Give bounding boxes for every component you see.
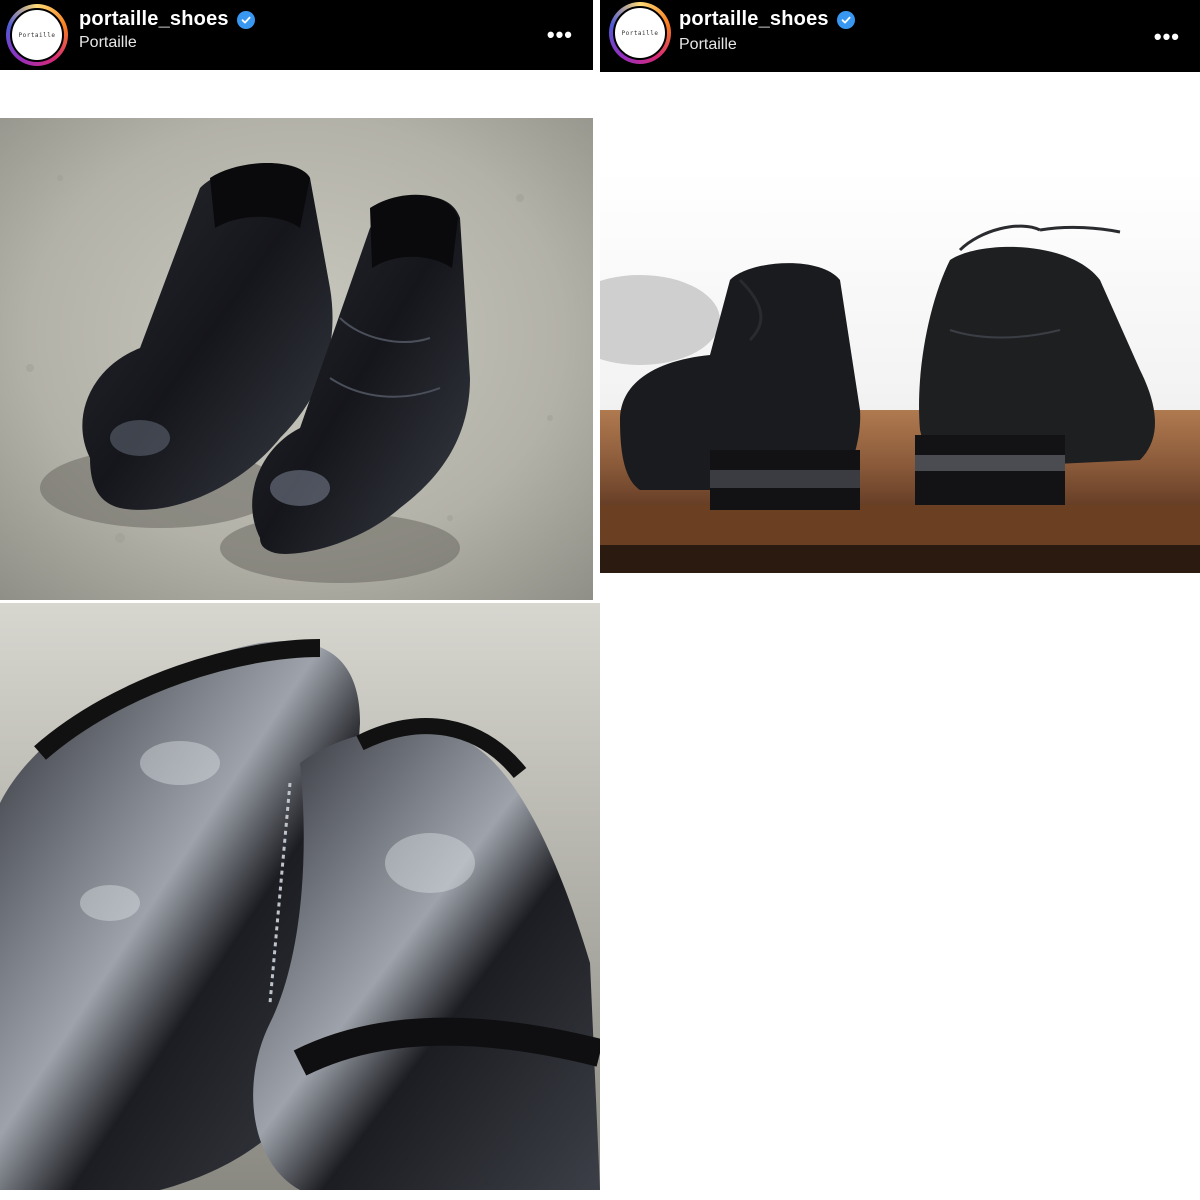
story-ring[interactable]: Portaille bbox=[6, 4, 68, 66]
avatar[interactable]: Portaille bbox=[613, 6, 667, 60]
username[interactable]: portaille_shoes bbox=[679, 8, 829, 31]
story-ring[interactable]: Portaille bbox=[609, 2, 671, 64]
photo-boots-closeup bbox=[0, 603, 600, 1190]
account-subtitle: Portaille bbox=[79, 34, 137, 51]
username[interactable]: portaille_shoes bbox=[79, 8, 229, 31]
verified-badge-icon bbox=[836, 10, 855, 29]
avatar[interactable]: Portaille bbox=[10, 8, 64, 62]
collage: Portaille portaille_shoes Portaille ••• … bbox=[0, 0, 1200, 1200]
avatar-logo-text: Portaille bbox=[18, 31, 56, 39]
username-row: portaille_shoes bbox=[79, 8, 255, 31]
photo-chukka-boots-shelf bbox=[600, 170, 1200, 573]
username-row: portaille_shoes bbox=[679, 8, 855, 31]
post-header-left: Portaille portaille_shoes Portaille ••• bbox=[0, 0, 593, 70]
more-options-icon[interactable]: ••• bbox=[547, 22, 573, 48]
more-options-icon[interactable]: ••• bbox=[1154, 24, 1180, 50]
account-subtitle: Portaille bbox=[679, 36, 737, 53]
photo-boots-concrete bbox=[0, 118, 593, 600]
avatar-logo-text: Portaille bbox=[621, 29, 659, 37]
post-header-right: Portaille portaille_shoes Portaille ••• bbox=[600, 0, 1200, 72]
verified-badge-icon bbox=[236, 10, 255, 29]
